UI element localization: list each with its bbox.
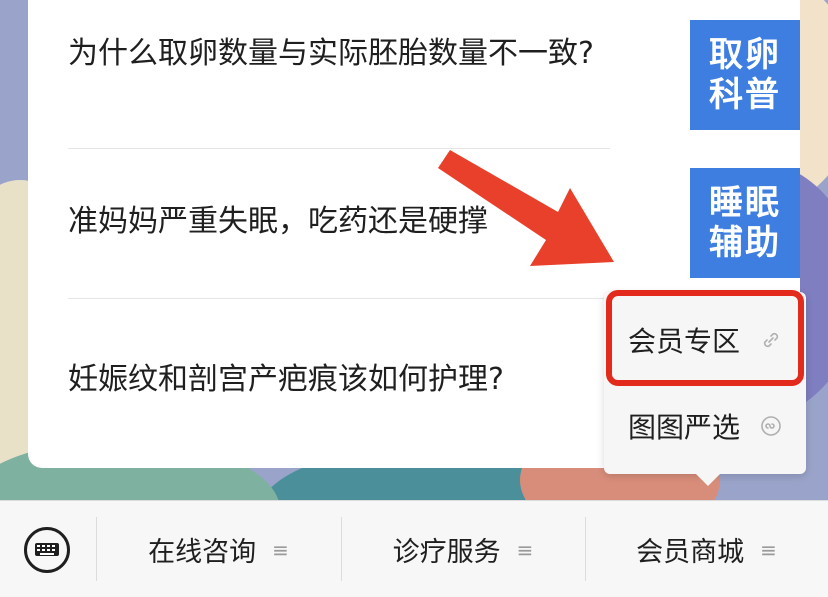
menu-item-label: 图图严选	[628, 411, 741, 444]
divider	[68, 298, 610, 299]
article-title: 为什么取卵数量与实际胚胎数量不一致?	[68, 36, 594, 71]
highlight-box	[606, 290, 804, 386]
article-title: 妊娠纹和剖宫产疤痕该如何护理?	[68, 362, 504, 397]
tab-label: 在线咨询	[148, 537, 257, 568]
menu-icon: ≡	[272, 537, 289, 562]
keyboard-glyph-icon	[35, 543, 59, 556]
menu-item-tutu-select[interactable]: 图图严选	[604, 388, 806, 464]
menu-icon: ≡	[760, 537, 777, 562]
keyboard-icon[interactable]	[24, 527, 70, 573]
article-item[interactable]: 准妈妈严重失眠，吃药还是硬撑 睡眠辅助	[68, 168, 800, 278]
tab-online-consult[interactable]: 在线咨询 ≡	[96, 501, 341, 597]
thumbnail-text: 取卵科普	[709, 35, 781, 115]
thumbnail-text: 睡眠辅助	[709, 183, 781, 263]
divider	[68, 148, 610, 149]
tab-label: 诊疗服务	[392, 537, 501, 568]
article-thumbnail: 睡眠辅助	[690, 168, 800, 278]
tab-label: 会员商城	[636, 537, 745, 568]
article-item[interactable]: 为什么取卵数量与实际胚胎数量不一致? 取卵科普	[68, 20, 800, 150]
tab-member-mall[interactable]: 会员商城 ≡	[585, 501, 828, 597]
menu-icon: ≡	[516, 537, 534, 562]
pointer-arrow-icon	[438, 150, 614, 266]
tab-diagnosis-service[interactable]: 诊疗服务 ≡	[341, 501, 585, 597]
mini-program-icon	[761, 416, 781, 436]
article-thumbnail: 取卵科普	[690, 20, 800, 130]
bottom-menu-bar: 在线咨询 ≡ 诊疗服务 ≡ 会员商城 ≡	[0, 500, 828, 597]
